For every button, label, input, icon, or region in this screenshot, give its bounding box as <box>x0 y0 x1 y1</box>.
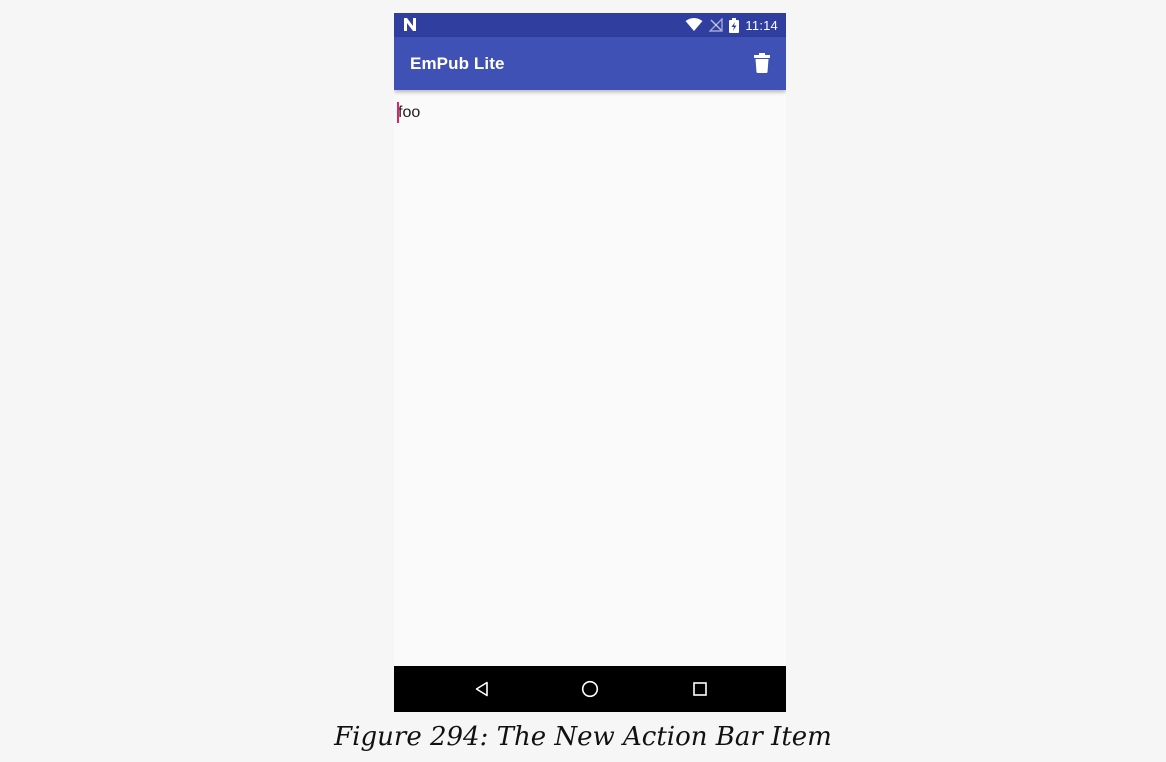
page: 11:14 EmPub Lite foo Figure 294: The New… <box>0 0 1166 762</box>
back-button[interactable] <box>470 677 494 701</box>
clock: 11:14 <box>745 17 778 33</box>
home-icon <box>581 680 599 698</box>
app-title: EmPub Lite <box>410 54 505 73</box>
battery-charging-icon <box>729 17 740 33</box>
status-bar: 11:14 <box>394 13 786 37</box>
delete-icon <box>754 53 770 73</box>
back-icon <box>475 681 488 697</box>
n-icon <box>404 18 416 31</box>
note-editor[interactable]: foo <box>394 90 786 658</box>
no-signal-icon <box>709 18 724 32</box>
delete-button[interactable] <box>750 51 774 75</box>
recents-icon <box>693 682 707 696</box>
editor-text[interactable]: foo <box>398 103 420 123</box>
navigation-bar <box>394 666 786 712</box>
status-icons: 11:14 <box>685 13 778 37</box>
recents-button[interactable] <box>688 677 712 701</box>
phone-screen: 11:14 EmPub Lite foo <box>394 13 786 712</box>
app-bar: EmPub Lite <box>394 37 786 90</box>
home-button[interactable] <box>578 677 602 701</box>
text-cursor <box>397 102 399 123</box>
figure-caption: Figure 294: The New Action Bar Item <box>334 722 832 752</box>
wifi-icon <box>685 18 703 31</box>
